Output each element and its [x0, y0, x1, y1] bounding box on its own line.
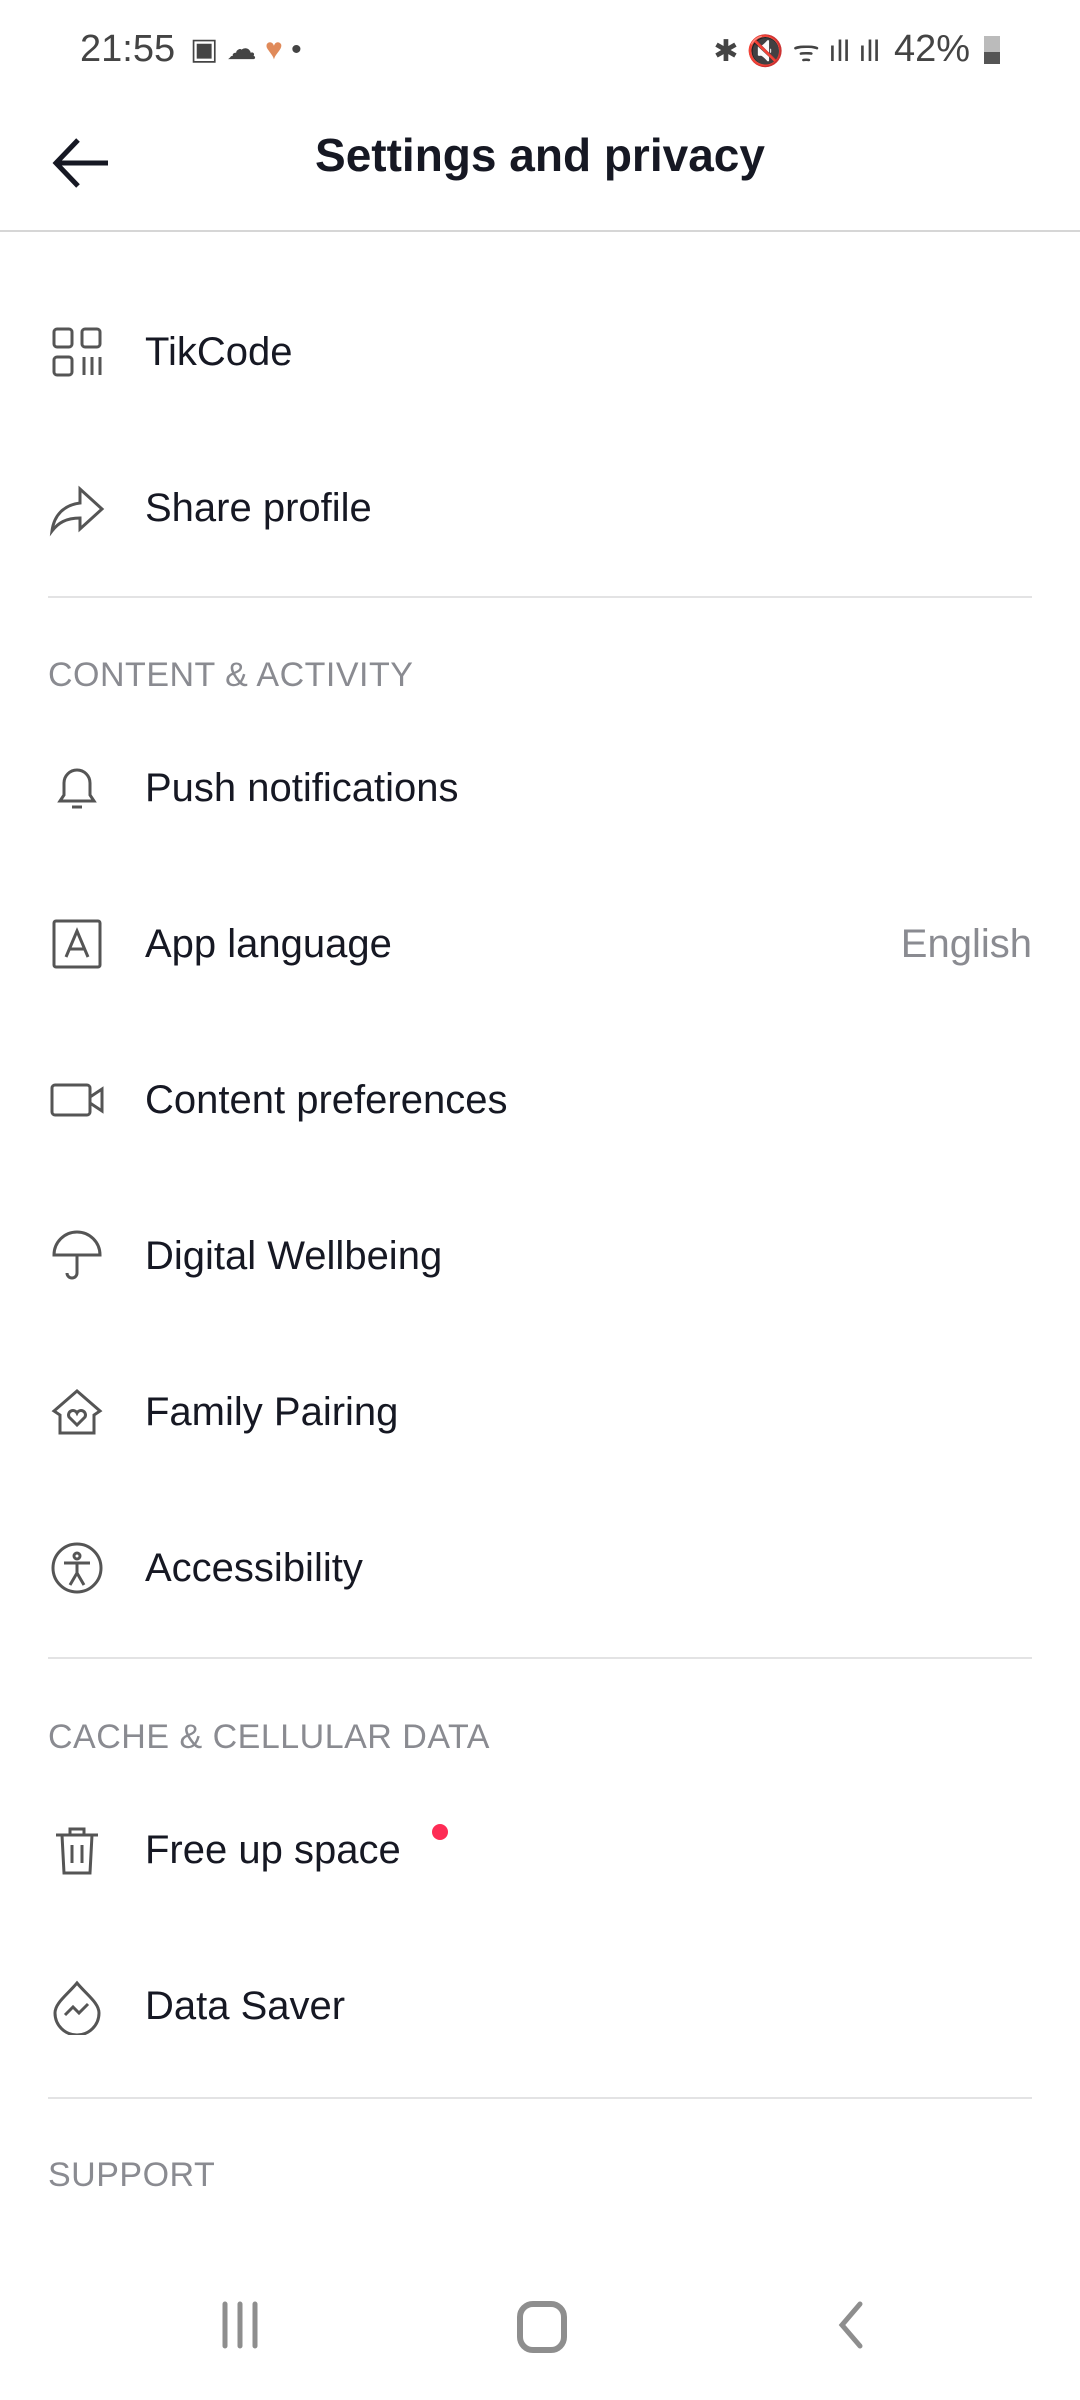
- menu-label: Free up space: [145, 1827, 401, 1872]
- page-title: Settings and privacy: [315, 129, 765, 181]
- bell-icon: [57, 768, 97, 809]
- section-header-cache-data: CACHE & CELLULAR DATA: [48, 1718, 490, 1756]
- menu-item-tikcode[interactable]: TikCode: [0, 274, 1080, 430]
- qr-code-icon: [52, 327, 102, 377]
- menu-label: Share profile: [145, 485, 372, 530]
- status-notification-icons: ▣ ☁ ♥ •: [190, 33, 302, 66]
- house-heart-icon: [51, 1389, 103, 1435]
- language-value: English: [900, 921, 1032, 966]
- divider: [48, 2097, 1032, 2099]
- menu-label: Data Saver: [145, 1983, 346, 2028]
- menu-item-data-saver[interactable]: Data Saver: [0, 1928, 1080, 2084]
- video-icon: [50, 1083, 104, 1117]
- divider: [48, 596, 1032, 598]
- status-signal-icons: ✱ 🔇 ᯤ ıll ıll: [713, 35, 880, 68]
- battery-icon: [984, 35, 1000, 64]
- menu-item-free-up-space[interactable]: Free up space: [0, 1772, 1080, 1928]
- menu-label: App language: [145, 921, 392, 966]
- menu-label: Accessibility: [145, 1545, 363, 1590]
- system-back-icon[interactable]: [830, 2300, 870, 2350]
- status-bar: 21:55 ▣ ☁ ♥ • ✱ 🔇 ᯤ ıll ıll 42%: [0, 0, 1080, 100]
- menu-label: Push notifications: [145, 765, 459, 810]
- menu-item-accessibility[interactable]: Accessibility: [0, 1490, 1080, 1646]
- menu-label: Family Pairing: [145, 1389, 399, 1434]
- menu-label: Content preferences: [145, 1077, 508, 1122]
- share-icon: [49, 485, 105, 537]
- menu-item-share-profile[interactable]: Share profile: [0, 430, 1080, 586]
- home-icon[interactable]: [515, 2300, 569, 2354]
- menu-label: TikCode: [145, 329, 293, 374]
- status-time: 21:55: [80, 28, 176, 70]
- recent-apps-icon[interactable]: [215, 2300, 265, 2350]
- menu-label: Digital Wellbeing: [145, 1233, 443, 1278]
- menu-item-push-notifications[interactable]: Push notifications: [0, 710, 1080, 866]
- data-saver-icon: [53, 1980, 101, 2035]
- umbrella-icon: [52, 1230, 102, 1280]
- notification-dot: [432, 1824, 448, 1840]
- menu-item-content-preferences[interactable]: Content preferences: [0, 1022, 1080, 1178]
- menu-item-app-language[interactable]: App language English: [0, 866, 1080, 1022]
- system-nav-bar: [0, 2270, 1080, 2380]
- battery-percent: 42%: [893, 28, 970, 70]
- menu-item-digital-wellbeing[interactable]: Digital Wellbeing: [0, 1178, 1080, 1334]
- app-header: Settings and privacy: [0, 100, 1080, 232]
- language-icon: [52, 919, 102, 969]
- trash-icon: [56, 1827, 98, 1875]
- menu-item-family-pairing[interactable]: Family Pairing: [0, 1334, 1080, 1490]
- section-header-content-activity: CONTENT & ACTIVITY: [48, 656, 414, 694]
- section-header-support: SUPPORT: [48, 2156, 216, 2194]
- divider: [48, 1657, 1032, 1659]
- accessibility-icon: [51, 1542, 103, 1594]
